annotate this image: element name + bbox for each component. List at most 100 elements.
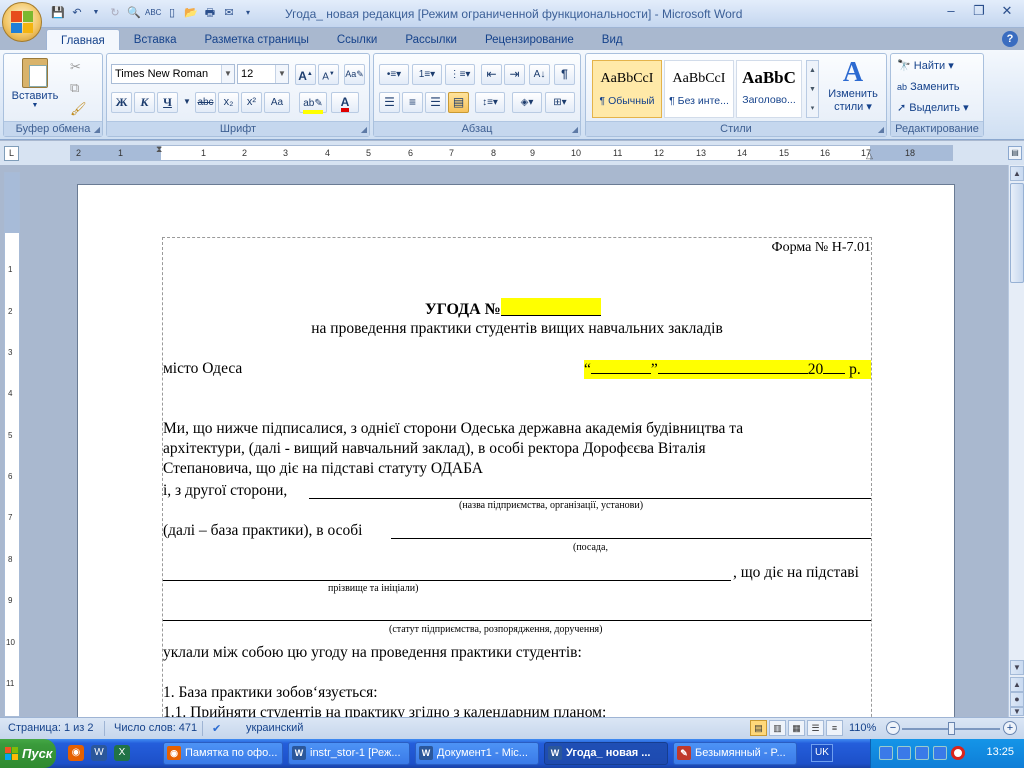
tab-page-layout[interactable]: Разметка страницы [191, 29, 323, 51]
redo-icon[interactable]: ↻ [107, 5, 123, 21]
clear-formatting-button[interactable]: Aa✎ [344, 64, 365, 85]
strikethrough-button[interactable]: abc [195, 92, 216, 113]
subscript-button[interactable]: x₂ [218, 92, 239, 113]
network-icon[interactable] [879, 746, 893, 760]
find-button[interactable]: 🔭 Найти ▾ [897, 56, 954, 76]
previous-page-icon[interactable]: ▲ [1010, 677, 1024, 692]
justify-button[interactable]: ▤ [448, 92, 469, 113]
indent-marker-icon[interactable]: ⧗ [156, 144, 162, 155]
bullets-button[interactable]: •≡▾ [379, 64, 409, 85]
spelling-icon[interactable]: ABC [145, 5, 161, 21]
select-button[interactable]: ➚ Выделить ▾ [897, 98, 969, 118]
taskbar-item-firefox[interactable]: ◉ Памятка по офо... [163, 742, 283, 765]
style-normal[interactable]: AaBbCcI ¶ Обычный [592, 60, 662, 118]
styles-scroll[interactable]: ▲ ▼ ▾ [806, 60, 819, 118]
align-center-button[interactable]: ≡ [402, 92, 423, 113]
proofing-icon[interactable]: ✔ [212, 722, 221, 735]
print-layout-view-icon[interactable]: ▤ [750, 720, 767, 736]
right-indent-marker-icon[interactable]: △ [866, 150, 873, 161]
style-no-spacing[interactable]: AaBbCcI ¶ Без инте... [664, 60, 734, 118]
print-icon[interactable]: 🖶 [202, 5, 218, 21]
network-icon[interactable] [897, 746, 911, 760]
statute-blank[interactable] [163, 620, 871, 621]
borders-button[interactable]: ⊞▾ [545, 92, 575, 113]
undo-dropdown-icon[interactable]: ▼ [88, 5, 104, 21]
show-marks-button[interactable]: ¶ [554, 64, 575, 85]
italic-button[interactable]: К [134, 92, 155, 113]
more-icon[interactable]: ▾ [807, 99, 818, 118]
tab-insert[interactable]: Вставка [120, 29, 191, 51]
chevron-down-icon[interactable]: ▼ [807, 80, 818, 99]
doc-number-field[interactable] [500, 298, 601, 316]
start-button[interactable]: Пуск [0, 739, 56, 768]
styles-launcher-icon[interactable]: ◢ [878, 125, 884, 134]
align-left-button[interactable]: ☰ [379, 92, 400, 113]
position-blank[interactable] [391, 538, 871, 539]
firefox-icon[interactable]: ◉ [68, 745, 84, 761]
format-painter-icon[interactable]: 🖌 [70, 99, 87, 119]
language-indicator[interactable]: украинский [246, 722, 303, 734]
taskbar-item-document1[interactable]: W Документ1 - Mic... [415, 742, 539, 765]
outline-view-icon[interactable]: ☰ [807, 720, 824, 736]
zoom-in-icon[interactable]: + [1003, 721, 1017, 735]
line-spacing-button[interactable]: ↕≡▾ [475, 92, 505, 113]
bold-button[interactable]: Ж [111, 92, 132, 113]
browse-object-icon[interactable]: ● [1010, 692, 1024, 707]
document-page[interactable]: Форма № Н-7.01 УГОДА № на проведення пра… [77, 184, 955, 717]
open-icon[interactable]: 📂 [183, 5, 199, 21]
new-document-icon[interactable]: ▯ [164, 5, 180, 21]
word-icon[interactable]: W [91, 745, 107, 761]
numbering-button[interactable]: 1≡▾ [412, 64, 442, 85]
close-icon[interactable]: ✕ [994, 2, 1020, 22]
record-icon[interactable] [951, 746, 965, 760]
shrink-font-button[interactable]: A▼ [318, 64, 339, 85]
highlight-button[interactable]: ab✎ [299, 92, 327, 114]
replace-button[interactable]: ab Заменить [897, 77, 960, 97]
change-styles-button[interactable]: A Изменить стили ▾ [822, 58, 884, 114]
cut-icon[interactable]: ✂ [70, 57, 81, 77]
scroll-down-icon[interactable]: ▼ [1010, 660, 1024, 675]
underline-dropdown-icon[interactable]: ▼ [180, 92, 194, 113]
tab-home[interactable]: Главная [46, 29, 120, 51]
shading-button[interactable]: ◈▾ [512, 92, 542, 113]
copy-icon[interactable]: ⧉ [70, 78, 79, 98]
paragraph-launcher-icon[interactable]: ◢ [572, 125, 578, 134]
tab-references[interactable]: Ссылки [323, 29, 392, 51]
undo-icon[interactable]: ↶ [69, 5, 85, 21]
change-case-button[interactable]: Aa [264, 92, 290, 113]
tab-view[interactable]: Вид [588, 29, 637, 51]
chevron-up-icon[interactable]: ▲ [807, 61, 818, 80]
increase-indent-button[interactable]: ⇥ [504, 64, 525, 85]
multilevel-list-button[interactable]: ⋮≡▾ [445, 64, 475, 85]
decrease-indent-button[interactable]: ⇤ [481, 64, 502, 85]
help-icon[interactable]: ? [1002, 31, 1018, 47]
scroll-thumb[interactable] [1010, 183, 1024, 283]
customize-qat-icon[interactable]: ▾ [240, 5, 256, 21]
name-blank[interactable] [163, 580, 731, 581]
clipboard-launcher-icon[interactable]: ◢ [94, 125, 100, 134]
grow-font-button[interactable]: A▲ [295, 64, 316, 85]
word-count[interactable]: Число слов: 471 [114, 722, 197, 734]
underline-button[interactable]: Ч [157, 92, 178, 113]
font-size-combo[interactable]: 12 ▼ [237, 64, 289, 84]
page-count[interactable]: Страница: 1 из 2 [8, 722, 94, 734]
tab-review[interactable]: Рецензирование [471, 29, 588, 51]
align-right-button[interactable]: ☰ [425, 92, 446, 113]
view-ruler-icon[interactable]: ▤ [1008, 146, 1022, 160]
restore-icon[interactable]: ❐ [966, 2, 992, 22]
font-color-button[interactable]: A [331, 92, 359, 113]
office-button[interactable] [2, 2, 42, 42]
zoom-level[interactable]: 110% [849, 722, 876, 734]
zoom-out-icon[interactable]: − [886, 721, 900, 735]
email-icon[interactable]: ✉ [221, 5, 237, 21]
sort-button[interactable]: A↓ [529, 64, 550, 85]
draft-view-icon[interactable]: ≡ [826, 720, 843, 736]
tab-mailings[interactable]: Рассылки [391, 29, 471, 51]
horizontal-ruler[interactable]: 2 1 1 2 3 4 5 6 7 8 9 10 11 12 13 14 15 … [70, 144, 953, 161]
save-icon[interactable]: 💾 [50, 5, 66, 21]
full-screen-reading-icon[interactable]: ▥ [769, 720, 786, 736]
paste-button[interactable]: Вставить ▼ [10, 58, 60, 109]
excel-icon[interactable]: X [114, 745, 130, 761]
org-name-blank[interactable] [309, 498, 871, 499]
scroll-up-icon[interactable]: ▲ [1010, 166, 1024, 181]
